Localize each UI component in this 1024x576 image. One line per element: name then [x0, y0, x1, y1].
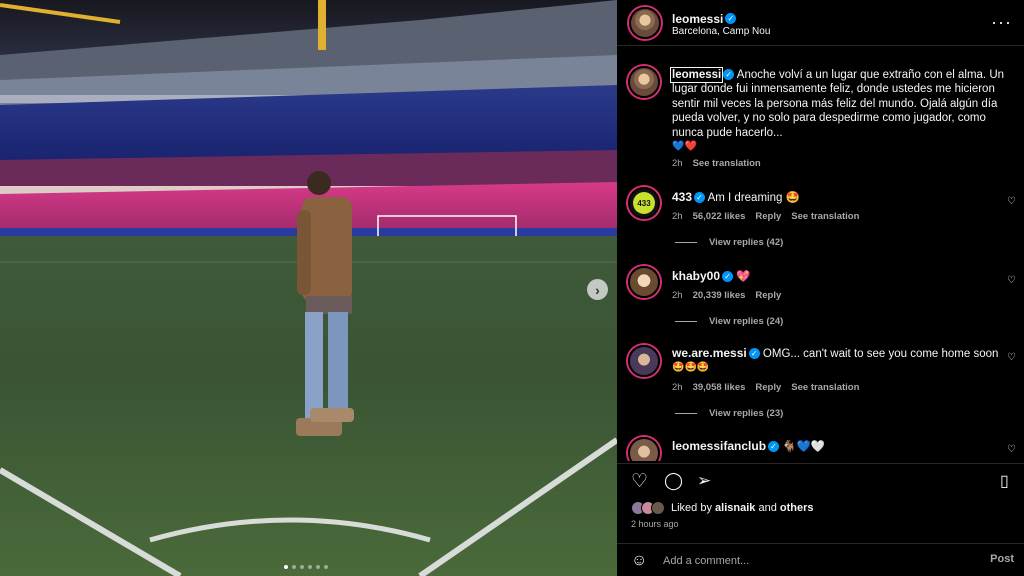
avatar[interactable] [629, 7, 661, 39]
comment-body: khaby00 ✓ 💖 [672, 269, 1002, 284]
comment-input[interactable] [663, 553, 963, 569]
action-bar: ♡ ◯ ➢ ▯ [617, 463, 1024, 497]
comment-username[interactable]: leomessifanclub [672, 439, 766, 453]
view-replies-label: View replies (42) [709, 237, 784, 248]
avatar[interactable] [628, 345, 660, 377]
carousel-dot [292, 565, 296, 569]
verified-badge-icon: ✓ [768, 441, 780, 453]
comment-likes[interactable]: 39,058 likes [693, 382, 746, 393]
comment-icon[interactable]: ◯ [664, 471, 683, 491]
emoji-icon[interactable]: ☺ [631, 552, 647, 570]
caption-time: 2h [672, 158, 683, 170]
comment-text: Am I dreaming 🤩 [707, 192, 800, 204]
comment-text: 💖 [736, 271, 751, 283]
bookmark-icon[interactable]: ▯ [1000, 471, 1009, 491]
avatar[interactable] [628, 266, 660, 298]
comment-body: leomessifanclub ✓ 🐐💙🤍 [672, 439, 1002, 454]
comment-text: OMG... can't wait to see you come home s… [762, 348, 999, 360]
carousel-dot [316, 565, 320, 569]
comment-meta: 2h 56,022 likes Reply See translation [672, 211, 1002, 222]
share-icon[interactable]: ➢ [697, 471, 711, 491]
caption-meta: 2h See translation [672, 158, 1010, 169]
comment-body: 433 ✓ Am I dreaming 🤩 [672, 190, 1002, 205]
verified-badge-icon: ✓ [723, 69, 735, 81]
comment-body: we.are.messi ✓ OMG... can't wait to see y… [672, 346, 1002, 361]
heart-icon[interactable]: ♡ [1007, 352, 1016, 363]
caption-body: leomessi ✓ Anoche volví a un lugar que ex… [669, 67, 1010, 140]
comment-leomessifanclub: leomessifanclub ✓ 🐐💙🤍 ♡ [617, 434, 1024, 461]
post-photo: › [0, 0, 617, 576]
comment-username[interactable]: 433 [672, 190, 692, 204]
comment-username[interactable]: khaby00 [672, 269, 720, 283]
carousel-dot [284, 565, 288, 569]
post-sidebar: leomessi ✓ Barcelona, Camp Nou ··· leomes… [617, 0, 1024, 576]
verified-badge-icon: ✓ [725, 13, 737, 25]
carousel-dots [284, 565, 328, 569]
liked-by-prefix: Liked by [671, 502, 712, 514]
reply-button[interactable]: Reply [755, 211, 781, 222]
view-replies-link[interactable]: View replies (42) [675, 237, 783, 248]
heart-icon[interactable]: ♡ [1007, 275, 1016, 286]
caption-username[interactable]: leomessi [669, 67, 724, 83]
comment-time: 2h [672, 290, 683, 302]
avatar[interactable] [628, 66, 660, 98]
view-replies-label: View replies (24) [709, 316, 784, 327]
post-time: 2 hours ago [631, 519, 679, 529]
view-replies-link[interactable]: View replies (23) [675, 408, 783, 419]
liked-by-others[interactable]: others [780, 502, 814, 514]
avatar [651, 501, 665, 515]
view-replies-label: View replies (23) [709, 408, 784, 419]
liked-by-and: and [758, 502, 777, 514]
comment-likes[interactable]: 56,022 likes [693, 211, 746, 222]
comment-meta: 2h 39,058 likes Reply See translation [672, 382, 1002, 393]
heart-icon[interactable]: ♡ [1007, 196, 1016, 207]
liked-by: Liked by alisnaik and others [631, 501, 814, 515]
see-translation-link[interactable]: See translation [791, 382, 859, 393]
next-image-button[interactable]: › [587, 279, 608, 300]
carousel-dot [324, 565, 328, 569]
see-translation-link[interactable]: See translation [693, 158, 761, 169]
comment-meta: 2h 20,339 likes Reply [672, 290, 1002, 301]
reply-button[interactable]: Reply [755, 290, 781, 301]
caption-emojis: 💙❤️ [672, 141, 697, 153]
post-button[interactable]: Post [990, 553, 1014, 565]
liked-by-text: Liked by alisnaik and others [671, 502, 814, 514]
view-replies-link[interactable]: View replies (24) [675, 316, 783, 327]
caption-text: Anoche volví a un lugar que extraño con … [672, 69, 1005, 139]
reply-button[interactable]: Reply [755, 382, 781, 393]
comment-emojis: 🤩🤩🤩 [672, 362, 710, 374]
comment-username[interactable]: we.are.messi [672, 346, 747, 360]
verified-badge-icon: ✓ [694, 192, 706, 204]
verified-badge-icon: ✓ [748, 348, 760, 360]
comment-likes[interactable]: 20,339 likes [693, 290, 746, 301]
comment-bar: ☺ Post [617, 543, 1024, 576]
liked-by-user[interactable]: alisnaik [715, 502, 755, 514]
post-header: leomessi ✓ Barcelona, Camp Nou ··· [617, 0, 1024, 46]
carousel-dot [300, 565, 304, 569]
more-options-icon[interactable]: ··· [991, 12, 1012, 33]
verified-badge-icon: ✓ [722, 271, 734, 283]
avatar[interactable] [628, 437, 660, 461]
comment-text: 🐐💙🤍 [782, 441, 826, 453]
comment-time: 2h [672, 381, 683, 393]
heart-icon[interactable]: ♡ [631, 470, 648, 493]
header-username[interactable]: leomessi [672, 12, 723, 26]
heart-icon[interactable]: ♡ [1007, 444, 1016, 455]
chevron-right-icon: › [595, 281, 600, 298]
see-translation-link[interactable]: See translation [791, 211, 859, 222]
comment-time: 2h [672, 211, 683, 223]
stadium-scene [0, 0, 617, 576]
location-link[interactable]: Barcelona, Camp Nou [672, 26, 770, 37]
carousel-dot [308, 565, 312, 569]
avatar[interactable]: 433 [628, 187, 660, 219]
